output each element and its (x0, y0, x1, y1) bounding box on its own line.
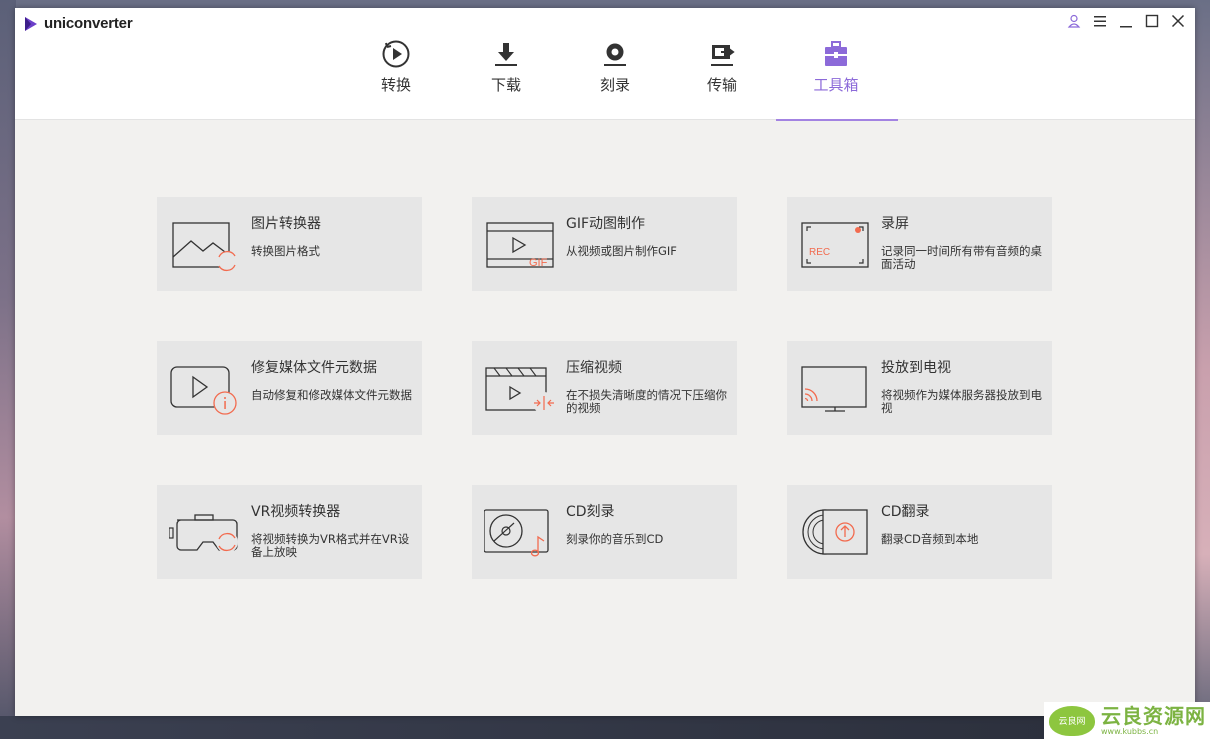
tool-description: 翻录CD音频到本地 (881, 532, 979, 546)
tool-description: 自动修复和修改媒体文件元数据 (251, 388, 412, 402)
tool-description: 记录同一时间所有带有音频的桌面活动 (881, 244, 1042, 271)
tab-label: 转换 (380, 76, 411, 94)
tool-title: 投放到电视 (881, 360, 951, 376)
tab-label: 工具箱 (813, 76, 859, 94)
watermark-sub: www.kubbs.cn (1101, 727, 1159, 736)
desktop-background-bottom (0, 716, 1210, 739)
tool-title: 图片转换器 (251, 216, 321, 232)
tool-card-cd-burner[interactable]: CD刻录 刻录你的音乐到CD (472, 485, 737, 579)
tool-description: 刻录你的音乐到CD (566, 532, 664, 546)
tool-title: CD刻录 (566, 504, 615, 520)
tab-label: 刻录 (599, 76, 630, 94)
svg-text:GIF: GIF (529, 257, 548, 269)
tool-card-screen-recorder[interactable]: REC 录屏 记录同一时间所有带有音频的桌面活动 (787, 197, 1052, 291)
gif-maker-icon: GIF (484, 217, 562, 273)
burn-icon (599, 38, 631, 70)
tool-title: 录屏 (881, 216, 909, 232)
tab-transfer[interactable]: 传输 (662, 38, 782, 119)
tool-card-image-converter[interactable]: 图片转换器 转换图片格式 (157, 197, 422, 291)
cd-burn-icon (483, 505, 562, 561)
tool-description: 在不损失清晰度的情况下压缩你的视频 (566, 388, 727, 415)
cd-rip-icon (799, 505, 877, 561)
tab-label: 下载 (490, 76, 521, 94)
main-nav: 转换 下载 刻录 传输 工具箱 (15, 8, 1195, 121)
tool-card-cd-ripper[interactable]: CD翻录 翻录CD音频到本地 (787, 485, 1052, 579)
transfer-icon (706, 38, 738, 70)
app-window: uniconverter 转换 下载 刻录 传输 工具箱 图片转换器 转换图片格… (15, 8, 1195, 716)
watermark: 云良网 云良资源网 www.kubbs.cn (1044, 702, 1210, 739)
fix-metadata-icon (169, 361, 247, 417)
tool-card-cast-tv[interactable]: 投放到电视 将视频作为媒体服务器投放到电视 (787, 341, 1052, 435)
tool-title: CD翻录 (881, 504, 930, 520)
tool-title: VR视频转换器 (251, 504, 341, 520)
toolbox-icon (820, 38, 852, 70)
tab-convert[interactable]: 转换 (336, 38, 456, 119)
user-icon[interactable] (1065, 12, 1083, 30)
tool-card-gif-maker[interactable]: GIF GIF动图制作 从视频或图片制作GIF (472, 197, 737, 291)
vr-convert-icon (168, 505, 247, 561)
tool-description: 将视频转换为VR格式并在VR设备上放映 (251, 532, 410, 559)
menu-icon[interactable] (1091, 12, 1109, 30)
tool-title: GIF动图制作 (566, 216, 646, 232)
tool-card-vr-converter[interactable]: VR视频转换器 将视频转换为VR格式并在VR设备上放映 (157, 485, 422, 579)
title-bar: uniconverter 转换 下载 刻录 传输 工具箱 (15, 8, 1195, 121)
maximize-icon[interactable] (1143, 12, 1161, 30)
tab-download[interactable]: 下载 (446, 38, 566, 119)
image-convert-icon (169, 217, 247, 273)
convert-icon (380, 38, 412, 70)
tab-toolbox[interactable]: 工具箱 (776, 38, 898, 121)
window-controls (1065, 12, 1187, 30)
tool-card-compress-video[interactable]: 压缩视频 在不损失清晰度的情况下压缩你的视频 (472, 341, 737, 435)
desktop-background-left (0, 0, 16, 739)
tab-burn[interactable]: 刻录 (555, 38, 675, 119)
watermark-badge: 云良网 (1049, 705, 1095, 736)
minimize-icon[interactable] (1117, 12, 1135, 30)
close-icon[interactable] (1169, 12, 1187, 30)
cast-tv-icon (799, 361, 877, 417)
tool-card-fix-metadata[interactable]: 修复媒体文件元数据 自动修复和修改媒体文件元数据 (157, 341, 422, 435)
tool-title: 修复媒体文件元数据 (251, 360, 377, 376)
tool-description: 从视频或图片制作GIF (566, 244, 677, 258)
screen-record-icon: REC (799, 217, 877, 273)
watermark-text: 云良资源网 www.kubbs.cn (1101, 705, 1206, 736)
tool-description: 转换图片格式 (251, 244, 320, 258)
tool-description: 将视频作为媒体服务器投放到电视 (881, 388, 1042, 415)
svg-text:REC: REC (809, 247, 830, 258)
watermark-main: 云良资源网 (1101, 704, 1206, 728)
download-icon (490, 38, 522, 70)
tab-label: 传输 (706, 76, 737, 94)
desktop-background-right (1194, 0, 1210, 739)
tool-title: 压缩视频 (566, 360, 622, 376)
compress-video-icon (484, 361, 562, 417)
